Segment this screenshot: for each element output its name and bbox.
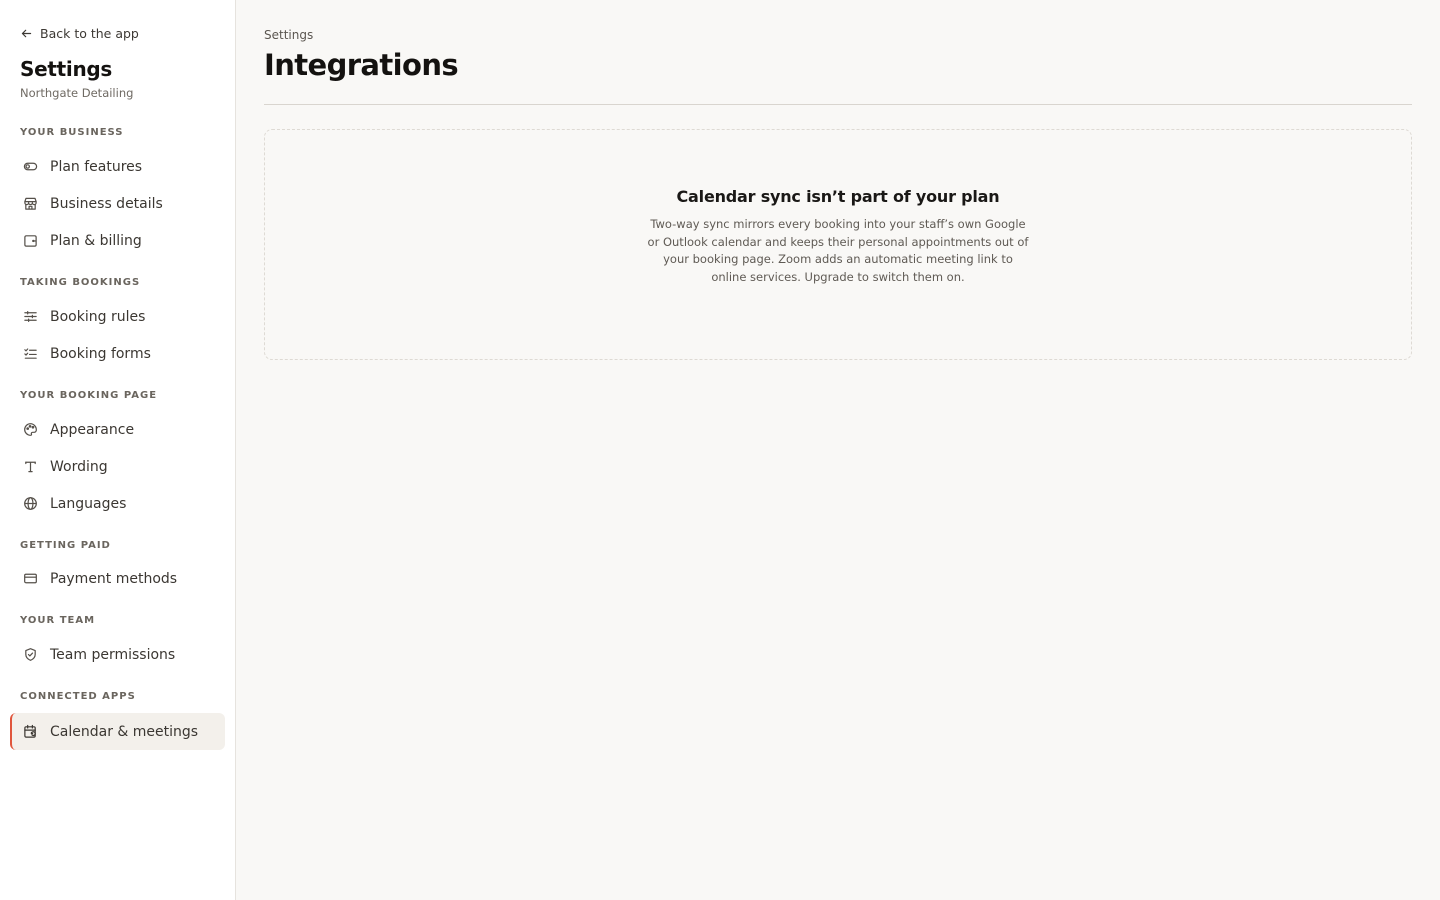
arrow-left-icon: [21, 29, 32, 37]
sidebar-item-wording[interactable]: Wording: [10, 448, 225, 485]
store-icon: [20, 194, 40, 214]
wallet-icon: [20, 231, 40, 251]
sliders-icon: [20, 307, 40, 327]
sidebar-item-label: Calendar & meetings: [50, 723, 199, 740]
sidebar-title: Settings: [20, 57, 113, 81]
sidebar-item-label: Team permissions: [50, 646, 176, 663]
back-link-label: Back to the app: [40, 25, 139, 41]
page-title: Integrations: [264, 48, 459, 82]
sidebar-item-booking-forms[interactable]: Booking forms: [10, 335, 225, 372]
section-label-connected-apps: CONNECTED APPS: [20, 691, 136, 702]
sidebar-item-booking-rules[interactable]: Booking rules: [10, 298, 225, 335]
sidebar-item-label: Booking forms: [50, 345, 151, 362]
section-label-your-business: YOUR BUSINESS: [20, 127, 124, 138]
empty-state-description: Two-way sync mirrors every booking into …: [647, 217, 1029, 284]
settings-sidebar: Back to the app Settings Northgate Detai…: [0, 0, 236, 900]
upgrade-empty-state: Calendar sync isn’t part of your plan Tw…: [264, 129, 1412, 360]
sidebar-item-label: Payment methods: [50, 570, 178, 587]
type-icon: [20, 457, 40, 477]
business-name: Northgate Detailing: [20, 86, 134, 100]
sidebar-item-appearance[interactable]: Appearance: [10, 411, 225, 448]
sidebar-item-business-details[interactable]: Business details: [10, 185, 225, 222]
sidebar-item-calendar-meetings[interactable]: Calendar & meetings: [10, 713, 225, 750]
sidebar-item-plan-billing[interactable]: Plan & billing: [10, 222, 225, 259]
sidebar-item-label: Appearance: [50, 421, 135, 438]
calendar-sync-icon: [20, 722, 40, 742]
section-label-your-booking-page: YOUR BOOKING PAGE: [20, 390, 158, 401]
shield-check-icon: [20, 645, 40, 665]
section-label-taking-bookings: TAKING BOOKINGS: [20, 277, 141, 288]
globe-icon: [20, 494, 40, 514]
sidebar-item-payment-methods[interactable]: Payment methods: [10, 560, 225, 597]
checklist-icon: [20, 344, 40, 364]
sidebar-item-label: Business details: [50, 195, 163, 212]
section-label-your-team: YOUR TEAM: [20, 615, 96, 626]
sidebar-item-languages[interactable]: Languages: [10, 485, 225, 522]
sidebar-item-plan-features[interactable]: Plan features: [10, 148, 225, 185]
sidebar-item-label: Plan features: [50, 158, 143, 175]
sidebar-item-label: Plan & billing: [50, 232, 142, 249]
sidebar-item-label: Booking rules: [50, 308, 146, 325]
empty-state-title: Calendar sync isn’t part of your plan: [676, 187, 1000, 206]
palette-icon: [20, 420, 40, 440]
credit-card-icon: [20, 569, 40, 589]
back-to-app-link[interactable]: Back to the app: [20, 24, 139, 42]
breadcrumb: Settings: [264, 28, 314, 42]
sidebar-item-team-permissions[interactable]: Team permissions: [10, 636, 225, 673]
sidebar-item-label: Wording: [50, 458, 108, 475]
sidebar-item-label: Languages: [50, 495, 127, 512]
section-label-getting-paid: GETTING PAID: [20, 540, 111, 551]
title-divider: [264, 104, 1412, 105]
toggle-icon: [20, 157, 40, 177]
